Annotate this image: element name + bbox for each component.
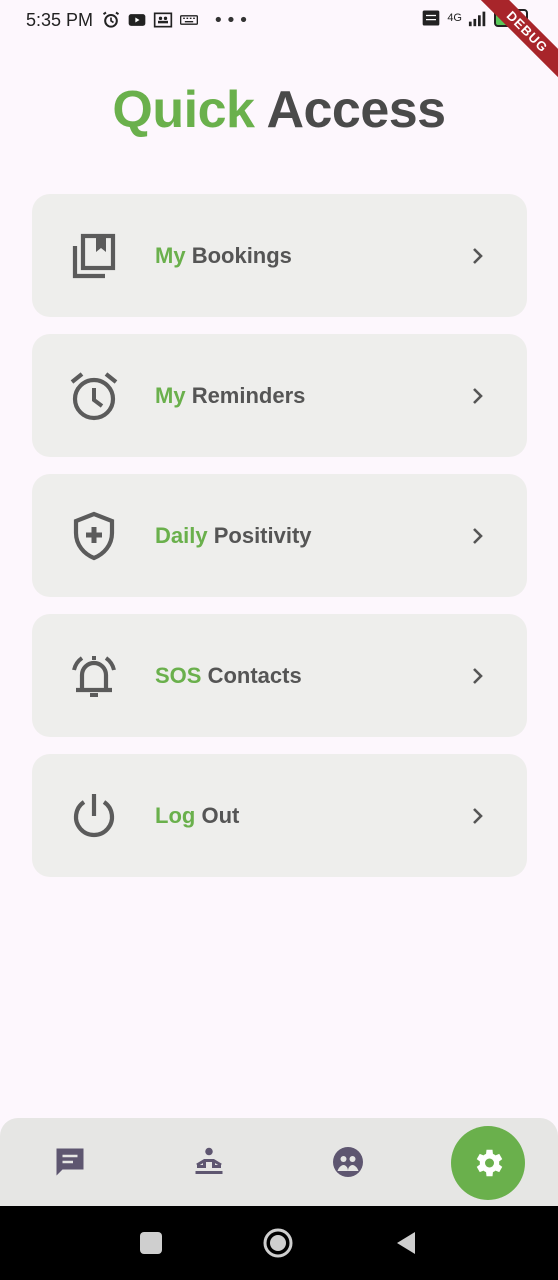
screen: 5:35 PM ••• 4G 66 DEB xyxy=(0,0,558,1280)
menu-item-my-bookings[interactable]: My Bookings xyxy=(32,194,527,317)
system-navigation-bar xyxy=(0,1206,558,1280)
back-button[interactable] xyxy=(390,1227,422,1259)
chevron-right-icon xyxy=(473,247,483,264)
status-time: 5:35 PM xyxy=(26,9,94,30)
chevron-right-icon xyxy=(473,667,483,684)
menu-item-label: Log Out xyxy=(155,803,239,829)
alarm-status-icon xyxy=(101,10,121,30)
chat-icon xyxy=(56,1148,84,1176)
status-bar: 5:35 PM ••• 4G 66 DEB xyxy=(0,0,558,93)
chevron-right-icon xyxy=(473,807,483,824)
bottom-navigation xyxy=(0,1118,558,1206)
label-accent: SOS xyxy=(155,662,202,688)
menu-item-label: SOS Contacts xyxy=(155,663,302,689)
chevron-right-icon xyxy=(473,527,483,544)
home-button[interactable] xyxy=(262,1227,294,1259)
community-icon xyxy=(333,1147,363,1177)
label-accent: Daily xyxy=(155,522,208,548)
chevron-right-icon xyxy=(473,387,483,404)
nav-meditation-button[interactable] xyxy=(187,1140,231,1184)
recents-button[interactable] xyxy=(135,1227,167,1259)
label-rest: Positivity xyxy=(213,522,312,548)
label-rest: Contacts xyxy=(207,662,302,688)
page-title: Quick Access xyxy=(0,80,558,140)
network-type: 4G xyxy=(447,12,462,24)
menu-item-label: Daily Positivity xyxy=(155,523,312,549)
meditation-icon xyxy=(195,1147,223,1174)
label-accent: Log xyxy=(155,802,196,828)
nav-community-button[interactable] xyxy=(326,1140,370,1184)
home-icon xyxy=(263,1228,293,1258)
menu-item-label: My Bookings xyxy=(155,243,292,269)
label-accent: My xyxy=(155,242,186,268)
gear-icon xyxy=(476,1149,503,1177)
nav-chat-button[interactable] xyxy=(48,1140,92,1184)
status-notification-icons xyxy=(101,10,199,30)
label-rest: Out xyxy=(201,802,240,828)
page-title-rest: Access xyxy=(266,81,446,139)
signal-icon xyxy=(468,8,488,28)
youtube-status-icon xyxy=(127,10,147,30)
label-rest: Reminders xyxy=(191,382,306,408)
nav-settings-button[interactable] xyxy=(451,1126,525,1200)
alarm-bell-icon xyxy=(68,650,120,702)
menu-item-log-out[interactable]: Log Out xyxy=(32,754,527,877)
keyboard-status-icon xyxy=(179,10,199,30)
alarm-icon xyxy=(68,370,120,422)
bookings-icon xyxy=(68,230,120,282)
menu-item-my-reminders[interactable]: My Reminders xyxy=(32,334,527,457)
power-icon xyxy=(68,790,120,842)
recents-icon xyxy=(140,1232,162,1254)
menu-item-daily-positivity[interactable]: Daily Positivity xyxy=(32,474,527,597)
menu-item-label: My Reminders xyxy=(155,383,305,409)
quick-access-menu: My Bookings My Reminders Daily Positivit… xyxy=(32,194,527,894)
more-notifications-icon: ••• xyxy=(213,9,251,31)
label-rest: Bookings xyxy=(191,242,292,268)
menu-item-sos-contacts[interactable]: SOS Contacts xyxy=(32,614,527,737)
page-title-accent: Quick xyxy=(112,81,255,139)
label-accent: My xyxy=(155,382,186,408)
volte-icon xyxy=(421,8,441,28)
teams-status-icon xyxy=(153,10,173,30)
shield-plus-icon xyxy=(68,510,120,562)
back-icon xyxy=(397,1232,415,1254)
